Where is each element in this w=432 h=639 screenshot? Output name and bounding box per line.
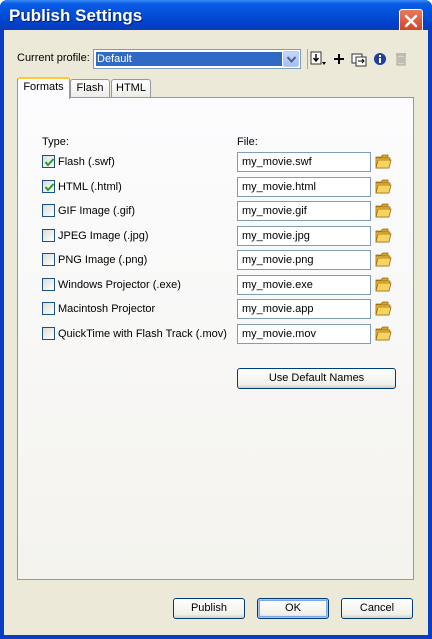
format-row: PNG Image (.png) my_movie.png bbox=[18, 250, 415, 272]
format-checkbox[interactable] bbox=[42, 179, 55, 193]
tab-flash-label: Flash bbox=[76, 82, 104, 94]
import-export-icon bbox=[310, 51, 326, 65]
file-name-input[interactable]: my_movie.swf bbox=[237, 152, 371, 172]
format-row: QuickTime with Flash Track (.mov) my_movi… bbox=[18, 323, 415, 346]
browse-folder-button[interactable] bbox=[375, 178, 392, 195]
file-name-input[interactable]: my_movie.gif bbox=[237, 201, 371, 221]
file-name-input[interactable]: my_movie.jpg bbox=[237, 225, 371, 246]
file-name-input[interactable]: my_movie.png bbox=[237, 250, 371, 270]
add-profile-icon bbox=[334, 54, 344, 64]
format-checkbox[interactable] bbox=[42, 155, 55, 168]
tab-flash[interactable]: Flash bbox=[70, 79, 110, 98]
use-default-names-button[interactable]: Use Default Names bbox=[237, 368, 396, 389]
format-row: HTML (.html) my_movie.html bbox=[18, 176, 415, 199]
format-label[interactable]: Macintosh Projector bbox=[58, 303, 155, 315]
file-name-input[interactable]: my_movie.html bbox=[237, 176, 371, 197]
folder-icon bbox=[375, 228, 392, 242]
duplicate-profile-button[interactable] bbox=[350, 50, 368, 68]
file-header: File: bbox=[237, 136, 258, 148]
import-export-button[interactable] bbox=[309, 50, 327, 68]
format-checkbox[interactable] bbox=[42, 253, 55, 266]
profile-dropdown-value: Default bbox=[96, 52, 282, 66]
folder-icon bbox=[375, 203, 392, 218]
format-label[interactable]: HTML (.html) bbox=[58, 181, 122, 193]
format-checkbox[interactable] bbox=[42, 277, 55, 291]
browse-folder-button[interactable] bbox=[375, 153, 392, 170]
browse-folder-button[interactable] bbox=[375, 325, 392, 342]
tab-formats[interactable]: Formats bbox=[17, 77, 70, 99]
toolbar-separator bbox=[307, 49, 308, 69]
format-label[interactable]: PNG Image (.png) bbox=[58, 254, 147, 266]
checkmark-icon bbox=[44, 182, 55, 192]
browse-folder-button[interactable] bbox=[375, 300, 392, 317]
format-checkbox[interactable] bbox=[42, 228, 55, 242]
folder-icon bbox=[375, 301, 392, 316]
add-profile-button[interactable] bbox=[330, 50, 348, 68]
browse-folder-button[interactable] bbox=[375, 251, 392, 268]
current-profile-label: Current profile: bbox=[17, 52, 90, 64]
window-title: Publish Settings bbox=[9, 6, 143, 25]
dropdown-arrow-icon[interactable] bbox=[283, 51, 299, 67]
title-bar[interactable]: Publish Settings bbox=[0, 0, 432, 33]
format-row: JPEG Image (.jpg) my_movie.jpg bbox=[18, 225, 415, 248]
format-row: Flash (.swf) my_movie.swf bbox=[18, 152, 415, 174]
checkmark-icon bbox=[44, 158, 55, 167]
file-name-input[interactable]: my_movie.app bbox=[237, 299, 371, 319]
folder-icon bbox=[375, 179, 392, 193]
folder-icon bbox=[375, 277, 392, 291]
format-row: Windows Projector (.exe) my_movie.exe bbox=[18, 274, 415, 297]
browse-folder-button[interactable] bbox=[375, 276, 392, 293]
cancel-button-label: Cancel bbox=[359, 602, 395, 614]
ok-button[interactable]: OK bbox=[257, 598, 329, 619]
folder-icon bbox=[375, 326, 392, 340]
format-checkbox[interactable] bbox=[42, 326, 55, 340]
format-row: Macintosh Projector my_movie.app bbox=[18, 299, 415, 321]
tab-html-label: HTML bbox=[116, 82, 146, 94]
delete-profile-button[interactable] bbox=[392, 50, 410, 68]
use-default-names-label: Use Default Names bbox=[268, 372, 365, 384]
dialog-body: Current profile: Default Formats Flash H… bbox=[4, 30, 428, 635]
close-icon bbox=[404, 14, 418, 28]
formats-panel: Type: File: Flash (.swf) my_movie.swf HTML… bbox=[17, 97, 414, 580]
profile-properties-icon bbox=[374, 53, 386, 65]
publish-settings-window: Publish Settings Current profile: Defaul… bbox=[0, 0, 432, 639]
format-checkbox[interactable] bbox=[42, 204, 55, 217]
format-row: GIF Image (.gif) my_movie.gif bbox=[18, 201, 415, 223]
type-header: Type: bbox=[42, 136, 69, 148]
cancel-button[interactable]: Cancel bbox=[341, 598, 413, 619]
format-label[interactable]: Windows Projector (.exe) bbox=[58, 279, 181, 291]
format-label[interactable]: Flash (.swf) bbox=[58, 156, 115, 168]
ok-button-label: OK bbox=[285, 602, 301, 614]
publish-button-label: Publish bbox=[190, 602, 228, 614]
delete-profile-icon bbox=[396, 53, 406, 66]
format-checkbox[interactable] bbox=[42, 302, 55, 315]
folder-icon bbox=[375, 252, 392, 267]
tab-html[interactable]: HTML bbox=[111, 79, 151, 98]
profile-dropdown[interactable]: Default bbox=[93, 49, 301, 69]
publish-button[interactable]: Publish bbox=[173, 598, 245, 619]
folder-icon bbox=[375, 154, 392, 169]
file-name-input[interactable]: my_movie.exe bbox=[237, 274, 371, 295]
format-label[interactable]: GIF Image (.gif) bbox=[58, 205, 135, 217]
browse-folder-button[interactable] bbox=[375, 202, 392, 219]
format-label[interactable]: QuickTime with Flash Track (.mov) bbox=[58, 328, 227, 340]
tab-formats-label: Formats bbox=[23, 81, 64, 93]
duplicate-profile-icon bbox=[351, 53, 367, 67]
browse-folder-button[interactable] bbox=[375, 227, 392, 244]
profile-properties-button[interactable] bbox=[371, 50, 389, 68]
format-label[interactable]: JPEG Image (.jpg) bbox=[58, 230, 148, 242]
file-name-input[interactable]: my_movie.mov bbox=[237, 323, 371, 344]
